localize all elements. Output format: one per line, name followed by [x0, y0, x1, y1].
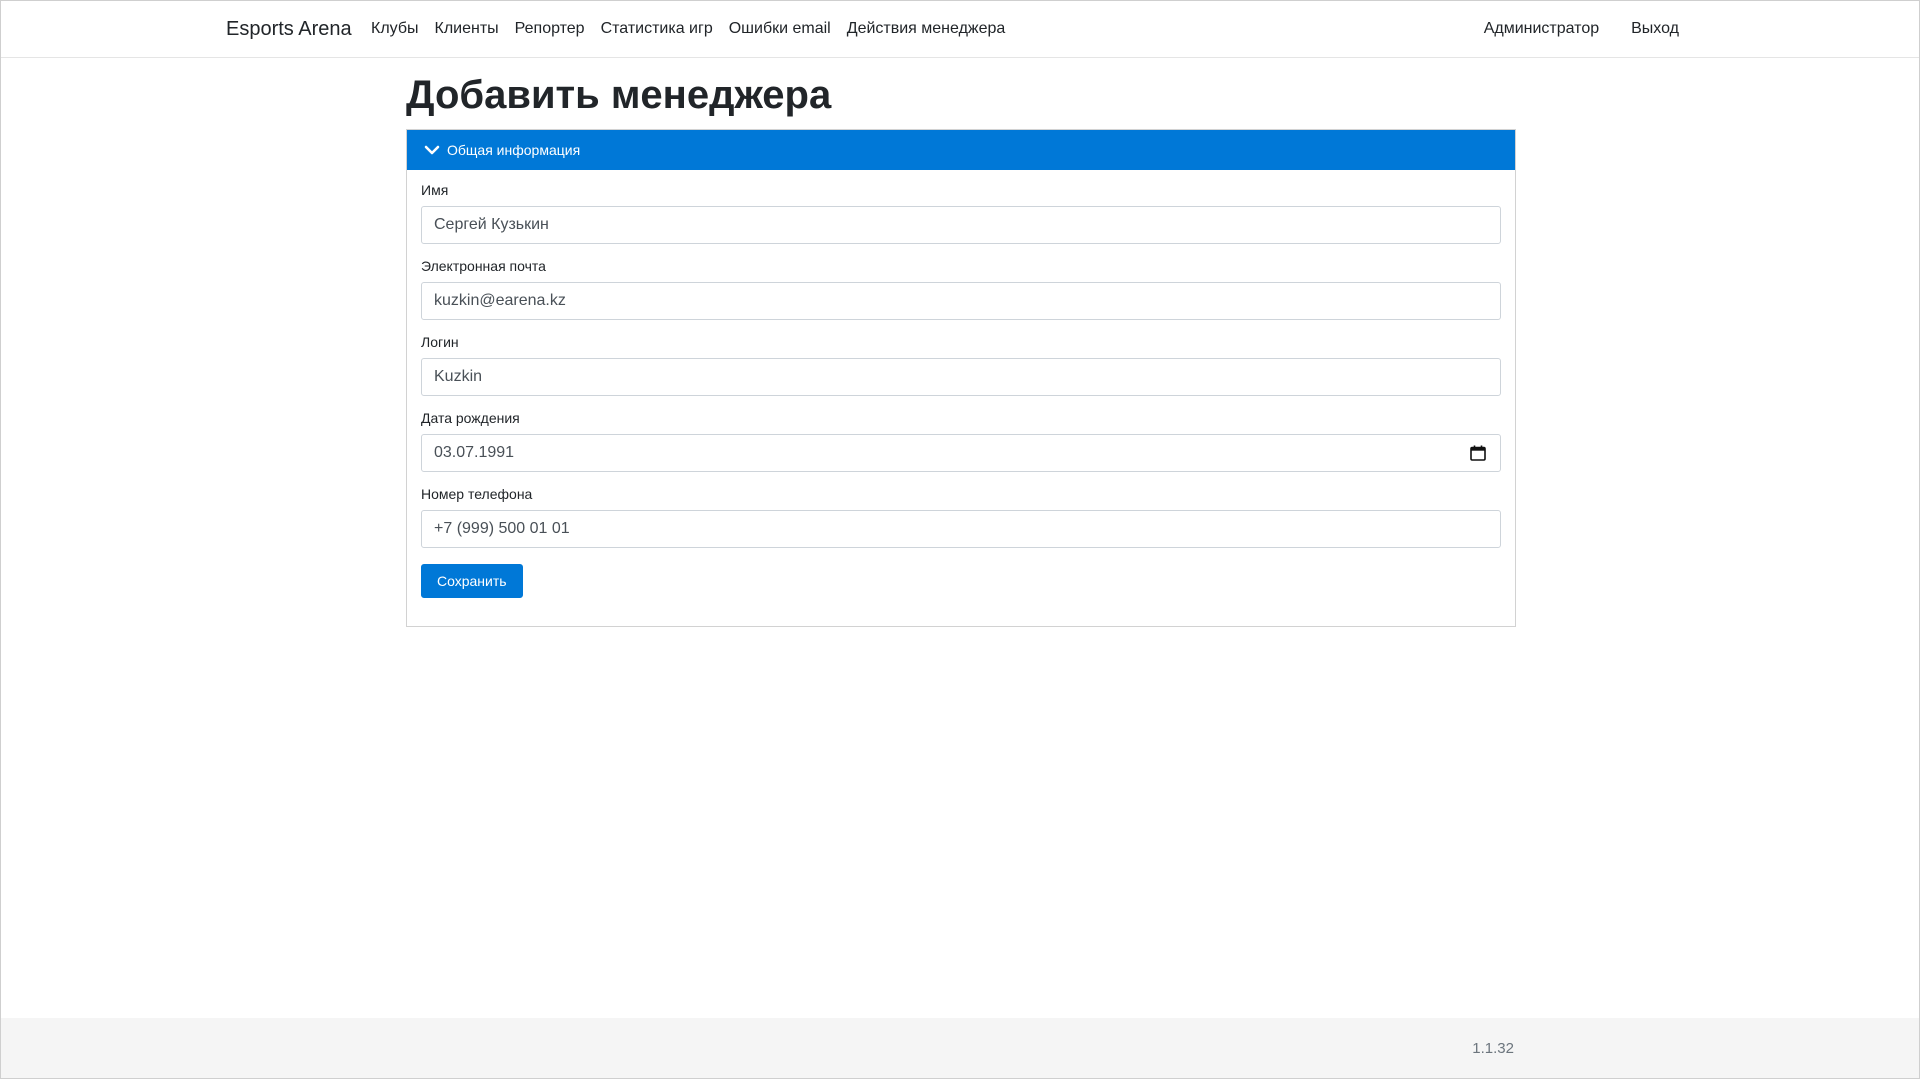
- phone-input[interactable]: [421, 510, 1501, 548]
- navbar: Esports Arena Клубы Клиенты Репортер Ста…: [1, 1, 1919, 58]
- birth-date-wrap: [421, 434, 1501, 472]
- name-label: Имя: [421, 182, 449, 198]
- brand-link[interactable]: Esports Arena: [226, 18, 352, 41]
- nav-link-administrator[interactable]: Администратор: [1484, 20, 1599, 38]
- email-input[interactable]: [421, 282, 1501, 320]
- birth-date-label: Дата рождения: [421, 410, 520, 426]
- card-body: Имя Электронная почта Логин Дата рождени…: [407, 170, 1515, 598]
- phone-group: Номер телефона: [421, 486, 1501, 548]
- footer: 1.1.32: [1, 1018, 1919, 1078]
- version-label: 1.1.32: [1472, 1040, 1514, 1057]
- save-button[interactable]: Сохранить: [421, 564, 523, 598]
- general-info-card: Общая информация Имя Электронная почта Л…: [406, 129, 1516, 627]
- birth-date-input[interactable]: [421, 434, 1501, 472]
- chevron-down-icon: [424, 145, 440, 155]
- name-input[interactable]: [421, 206, 1501, 244]
- nav-link-manager-actions[interactable]: Действия менеджера: [847, 20, 1006, 38]
- email-group: Электронная почта: [421, 258, 1501, 320]
- nav-right: Администратор Выход: [1452, 20, 1679, 38]
- nav-link-logout[interactable]: Выход: [1631, 20, 1679, 38]
- login-label: Логин: [421, 334, 459, 350]
- birth-date-group: Дата рождения: [421, 410, 1501, 472]
- nav-link-clients[interactable]: Клиенты: [435, 20, 499, 38]
- nav-link-clubs[interactable]: Клубы: [371, 20, 419, 38]
- nav-links: Клубы Клиенты Репортер Статистика игр Ош…: [371, 20, 1021, 38]
- name-group: Имя: [421, 182, 1501, 244]
- calendar-icon[interactable]: [1469, 444, 1487, 462]
- login-input[interactable]: [421, 358, 1501, 396]
- email-label: Электронная почта: [421, 258, 546, 274]
- nav-link-email-errors[interactable]: Ошибки email: [729, 20, 831, 38]
- general-info-header-label: Общая информация: [447, 142, 581, 158]
- phone-label: Номер телефона: [421, 486, 533, 502]
- general-info-header[interactable]: Общая информация: [407, 130, 1515, 170]
- login-group: Логин: [421, 334, 1501, 396]
- nav-link-game-stats[interactable]: Статистика игр: [601, 20, 713, 38]
- page-title: Добавить менеджера: [406, 73, 832, 117]
- nav-link-reporter[interactable]: Репортер: [515, 20, 585, 38]
